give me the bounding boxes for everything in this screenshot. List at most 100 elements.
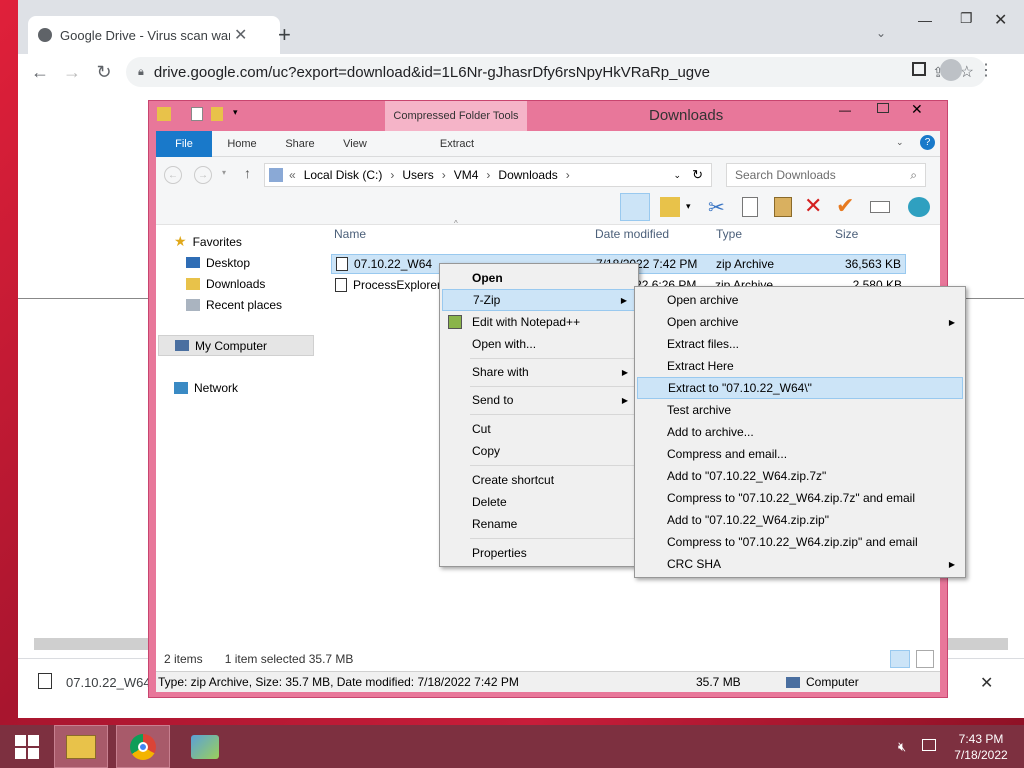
- forward-nav-icon[interactable]: →: [194, 166, 212, 184]
- nav-label: Desktop: [206, 255, 251, 270]
- layout-view-icon[interactable]: [620, 193, 650, 221]
- large-icons-view-icon[interactable]: [916, 650, 934, 668]
- help-icon[interactable]: ?: [920, 135, 935, 150]
- menu-create-shortcut[interactable]: Create shortcut: [442, 469, 636, 491]
- submenu-extract-here[interactable]: Extract Here: [637, 355, 963, 377]
- menu-open-with[interactable]: Open with...: [442, 333, 636, 355]
- up-icon[interactable]: ↑: [244, 165, 251, 181]
- menu-copy[interactable]: Copy: [442, 440, 636, 462]
- address-bar[interactable]: 🔒︎ drive.google.com/uc?export=download&i…: [126, 57, 986, 87]
- breadcrumb-item[interactable]: Users: [402, 168, 433, 182]
- taskbar-chrome[interactable]: [116, 725, 170, 768]
- nav-network[interactable]: Network: [174, 377, 238, 398]
- breadcrumb-item[interactable]: Local Disk (C:): [304, 168, 383, 182]
- network-tray-icon[interactable]: [922, 739, 936, 751]
- close-shelf-icon[interactable]: ✕: [980, 673, 993, 693]
- paste-clipboard-icon[interactable]: [774, 197, 792, 217]
- submenu-extract-files[interactable]: Extract files...: [637, 333, 963, 355]
- globe-icon: [38, 28, 52, 42]
- clock[interactable]: 7:43 PM 7/18/2022: [948, 731, 1014, 763]
- reload-icon[interactable]: ↻: [90, 58, 118, 86]
- menu-cut[interactable]: Cut: [442, 418, 636, 440]
- explorer-minimize-icon[interactable]: —: [839, 103, 851, 117]
- menu-7zip[interactable]: 7-Zip ▶: [442, 289, 636, 311]
- recent-dropdown-icon[interactable]: ▾: [222, 168, 226, 177]
- nav-favorites[interactable]: ★ Favorites: [174, 231, 242, 252]
- col-date[interactable]: Date modified: [595, 227, 669, 241]
- nav-downloads[interactable]: Downloads: [186, 273, 265, 294]
- submenu-add-7z[interactable]: Add to "07.10.22_W64.zip.7z": [637, 465, 963, 487]
- nav-desktop[interactable]: Desktop: [186, 252, 250, 273]
- restore-icon[interactable]: ❐: [960, 10, 973, 27]
- window-close-icon[interactable]: ✕: [994, 10, 1007, 30]
- delete-x-icon[interactable]: ✕: [804, 193, 822, 219]
- checkmark-icon[interactable]: ✔: [836, 193, 854, 219]
- explorer-maximize-icon[interactable]: [877, 103, 889, 113]
- menu-rename[interactable]: Rename: [442, 513, 636, 535]
- chrome-icon: [130, 733, 156, 760]
- start-button[interactable]: [0, 725, 54, 768]
- menu-edit-notepad[interactable]: Edit with Notepad++: [442, 311, 636, 333]
- globe-shell-icon[interactable]: [908, 197, 930, 217]
- submenu-compress-zip-email[interactable]: Compress to "07.10.22_W64.zip.zip" and e…: [637, 531, 963, 553]
- tab-extract[interactable]: Extract: [386, 131, 528, 157]
- details-view-icon[interactable]: [890, 650, 910, 668]
- toolbar-dropdown-icon[interactable]: ▾: [686, 201, 691, 212]
- menu-open[interactable]: Open: [442, 267, 636, 289]
- forward-icon[interactable]: →: [58, 58, 86, 86]
- properties-quick-icon[interactable]: [191, 107, 203, 121]
- new-folder-quick-icon[interactable]: [211, 107, 223, 121]
- profile-avatar[interactable]: [940, 59, 962, 81]
- breadcrumb-item[interactable]: VM4: [454, 168, 479, 182]
- minimize-icon[interactable]: —: [918, 12, 932, 28]
- chrome-menu-icon[interactable]: ⋮: [978, 60, 994, 80]
- menu-share-with[interactable]: Share with ▶: [442, 361, 636, 383]
- taskbar-control-panel[interactable]: [178, 725, 232, 768]
- menu-send-to[interactable]: Send to ▶: [442, 389, 636, 411]
- taskbar-file-explorer[interactable]: [54, 725, 108, 768]
- address-dropdown-icon[interactable]: ⌄: [673, 170, 681, 181]
- submenu-extract-to-folder[interactable]: Extract to "07.10.22_W64\": [637, 377, 963, 399]
- col-name[interactable]: Name: [334, 227, 366, 241]
- browser-tab[interactable]: Google Drive - Virus scan warnin ✕: [28, 16, 280, 54]
- nav-my-computer[interactable]: My Computer: [158, 335, 314, 356]
- col-type[interactable]: Type: [716, 227, 742, 241]
- breadcrumb[interactable]: « Local Disk (C:) › Users › VM4 › Downlo…: [264, 163, 712, 187]
- rename-icon[interactable]: [870, 201, 890, 213]
- download-item-name[interactable]: 07.10.22_W64: [66, 675, 151, 690]
- copy-icon[interactable]: [742, 197, 758, 217]
- tab-view[interactable]: View: [330, 131, 380, 157]
- nav-recent[interactable]: Recent places: [186, 294, 282, 315]
- cut-scissors-icon[interactable]: ✂: [708, 195, 725, 220]
- tab-home[interactable]: Home: [214, 131, 270, 157]
- volume-muted-icon[interactable]: 🔇︎: [898, 739, 906, 755]
- search-input[interactable]: Search Downloads ⌕: [726, 163, 926, 187]
- submenu-compress-7z-email[interactable]: Compress to "07.10.22_W64.zip.7z" and em…: [637, 487, 963, 509]
- menu-properties[interactable]: Properties: [442, 542, 636, 564]
- toolbar: ← → ↻ 🔒︎ drive.google.com/uc?export=down…: [18, 54, 1024, 90]
- ribbon-expand-icon[interactable]: ⌄: [896, 137, 904, 148]
- menu-delete[interactable]: Delete: [442, 491, 636, 513]
- breadcrumb-item[interactable]: Downloads: [498, 168, 557, 182]
- search-placeholder: Search Downloads: [735, 168, 836, 182]
- submenu-test-archive[interactable]: Test archive: [637, 399, 963, 421]
- explorer-close-icon[interactable]: ✕: [911, 101, 923, 118]
- submenu-add-to-archive[interactable]: Add to archive...: [637, 421, 963, 443]
- side-panel-icon[interactable]: [912, 62, 926, 76]
- tab-share[interactable]: Share: [272, 131, 328, 157]
- back-nav-icon[interactable]: ←: [164, 166, 182, 184]
- tab-search-icon[interactable]: ⌄: [876, 26, 886, 40]
- col-size[interactable]: Size: [835, 227, 858, 241]
- submenu-add-zip[interactable]: Add to "07.10.22_W64.zip.zip": [637, 509, 963, 531]
- submenu-compress-email[interactable]: Compress and email...: [637, 443, 963, 465]
- submenu-open-archive[interactable]: Open archive: [637, 289, 963, 311]
- quick-access-dropdown-icon[interactable]: ▾: [233, 107, 238, 118]
- close-tab-icon[interactable]: ✕: [234, 25, 247, 45]
- refresh-icon[interactable]: ↻: [692, 167, 703, 183]
- new-tab-button[interactable]: +: [278, 22, 291, 48]
- back-icon[interactable]: ←: [26, 58, 54, 86]
- tab-file[interactable]: File: [156, 131, 212, 157]
- folder-check-icon[interactable]: [660, 197, 680, 217]
- submenu-open-archive-more[interactable]: Open archive ▶: [637, 311, 963, 333]
- submenu-crc-sha[interactable]: CRC SHA ▶: [637, 553, 963, 575]
